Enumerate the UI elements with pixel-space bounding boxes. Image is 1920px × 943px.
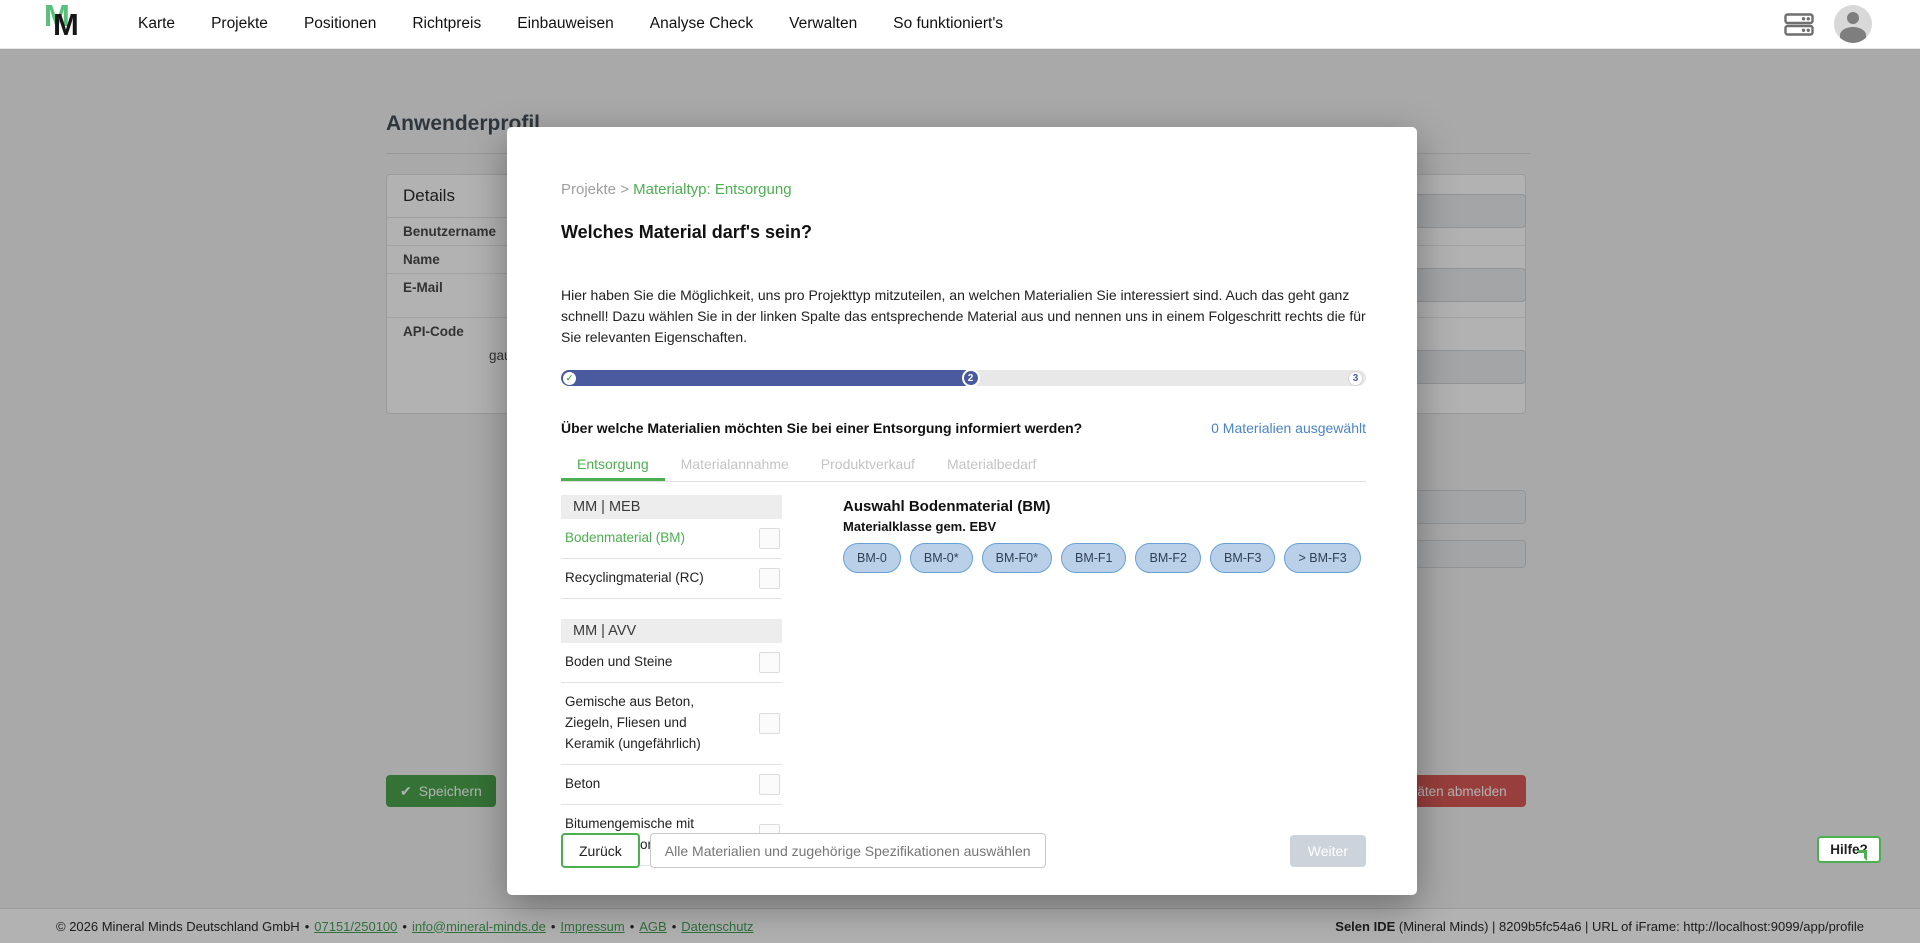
user-avatar-icon[interactable] — [1834, 5, 1872, 43]
nav-item-karte[interactable]: Karte — [138, 15, 175, 33]
pill-bm-f3[interactable]: BM-F3 — [1210, 543, 1276, 573]
progress-step3-badge: 3 — [1348, 371, 1363, 386]
pill-bm-f2[interactable]: BM-F2 — [1135, 543, 1201, 573]
tab-produktverkauf[interactable]: Produktverkauf — [805, 448, 931, 481]
material-row-gemische[interactable]: Gemische aus Beton, Ziegeln, Fliesen und… — [561, 683, 782, 765]
nav-item-einbauweisen[interactable]: Einbauweisen — [517, 15, 614, 33]
progress-bar: ✓ 2 3 — [561, 370, 1366, 386]
pill-bm-0[interactable]: BM-0 — [843, 543, 901, 573]
nav-item-richtpreis[interactable]: Richtpreis — [412, 15, 481, 33]
material-row-boden-und-steine[interactable]: Boden und Steine — [561, 643, 782, 683]
group-header-mm-avv: MM | AVV — [561, 619, 782, 643]
checkbox-boden-und-steine[interactable] — [759, 652, 780, 673]
nav-right-icons — [1784, 5, 1920, 43]
pill-bm-f1[interactable]: BM-F1 — [1061, 543, 1127, 573]
nav-menu: Karte Projekte Positionen Richtpreis Ein… — [138, 15, 1003, 33]
checkbox-bodenmaterial[interactable] — [759, 528, 780, 549]
tab-materialbedarf[interactable]: Materialbedarf — [931, 448, 1053, 481]
select-all-button[interactable]: Alle Materialien und zugehörige Spezifik… — [650, 833, 1046, 868]
modal-title: Welches Material darf's sein? — [561, 222, 1366, 243]
next-button-disabled[interactable]: Weiter — [1290, 835, 1366, 867]
modal-footer: Zurück Alle Materialien und zugehörige S… — [561, 833, 1366, 868]
breadcrumb: Projekte > Materialtyp: Entsorgung — [561, 181, 1366, 198]
question-row: Über welche Materialien möchten Sie bei … — [561, 420, 1366, 436]
material-row-bodenmaterial[interactable]: Bodenmaterial (BM) — [561, 519, 782, 559]
avatar-body — [1840, 27, 1866, 43]
material-row-recyclingmaterial[interactable]: Recyclingmaterial (RC) — [561, 559, 782, 599]
breadcrumb-root[interactable]: Projekte > — [561, 181, 633, 198]
checkbox-gemische[interactable] — [759, 713, 780, 734]
material-class-pills: BM-0 BM-0* BM-F0* BM-F1 BM-F2 BM-F3 > BM… — [843, 543, 1366, 573]
material-list: MM | MEB Bodenmaterial (BM) Recyclingmat… — [561, 495, 782, 866]
group-header-mm-meb: MM | MEB — [561, 495, 782, 519]
tab-entsorgung[interactable]: Entsorgung — [561, 448, 665, 481]
pill-bm-0-star[interactable]: BM-0* — [910, 543, 973, 573]
selected-count-link[interactable]: 0 Materialien ausgewählt — [1211, 420, 1366, 436]
selection-panel: Auswahl Bodenmaterial (BM) Materialklass… — [843, 495, 1366, 866]
logo-m-black: M — [53, 7, 79, 43]
back-button[interactable]: Zurück — [561, 833, 640, 868]
nav-item-verwalten[interactable]: Verwalten — [789, 15, 857, 33]
checkbox-recyclingmaterial[interactable] — [759, 568, 780, 589]
mineral-minds-logo[interactable]: M M — [42, 2, 86, 46]
modal-description: Hier haben Sie die Möglichkeit, uns pro … — [561, 285, 1366, 348]
modal-content: MM | MEB Bodenmaterial (BM) Recyclingmat… — [561, 495, 1366, 866]
progress-step1-check-icon: ✓ — [563, 372, 576, 385]
progress-step2-badge: 2 — [962, 369, 980, 387]
question-text: Über welche Materialien möchten Sie bei … — [561, 420, 1082, 436]
breadcrumb-current: Materialtyp: Entsorgung — [633, 181, 791, 198]
selection-title: Auswahl Bodenmaterial (BM) — [843, 498, 1366, 515]
pill-bm-f0-star[interactable]: BM-F0* — [982, 543, 1052, 573]
tab-materialannahme[interactable]: Materialannahme — [665, 448, 805, 481]
material-type-tabs: Entsorgung Materialannahme Produktverkau… — [561, 448, 1366, 482]
nav-item-so-funktionierts[interactable]: So funktioniert's — [893, 15, 1003, 33]
pill-gt-bm-f3[interactable]: > BM-F3 — [1284, 543, 1360, 573]
selection-subtitle: Materialklasse gem. EBV — [843, 519, 1366, 534]
help-button[interactable]: Hilfe? — [1817, 836, 1881, 863]
server-icon[interactable] — [1784, 13, 1814, 36]
nav-item-projekte[interactable]: Projekte — [211, 15, 268, 33]
avatar-head — [1847, 12, 1859, 24]
nav-item-positionen[interactable]: Positionen — [304, 15, 376, 33]
nav-item-analyse-check[interactable]: Analyse Check — [650, 15, 753, 33]
checkbox-beton[interactable] — [759, 774, 780, 795]
progress-fill — [561, 370, 972, 386]
top-navbar: M M Karte Projekte Positionen Richtpreis… — [0, 0, 1920, 49]
material-selection-modal: Projekte > Materialtyp: Entsorgung Welch… — [507, 127, 1417, 895]
material-row-beton[interactable]: Beton — [561, 765, 782, 805]
